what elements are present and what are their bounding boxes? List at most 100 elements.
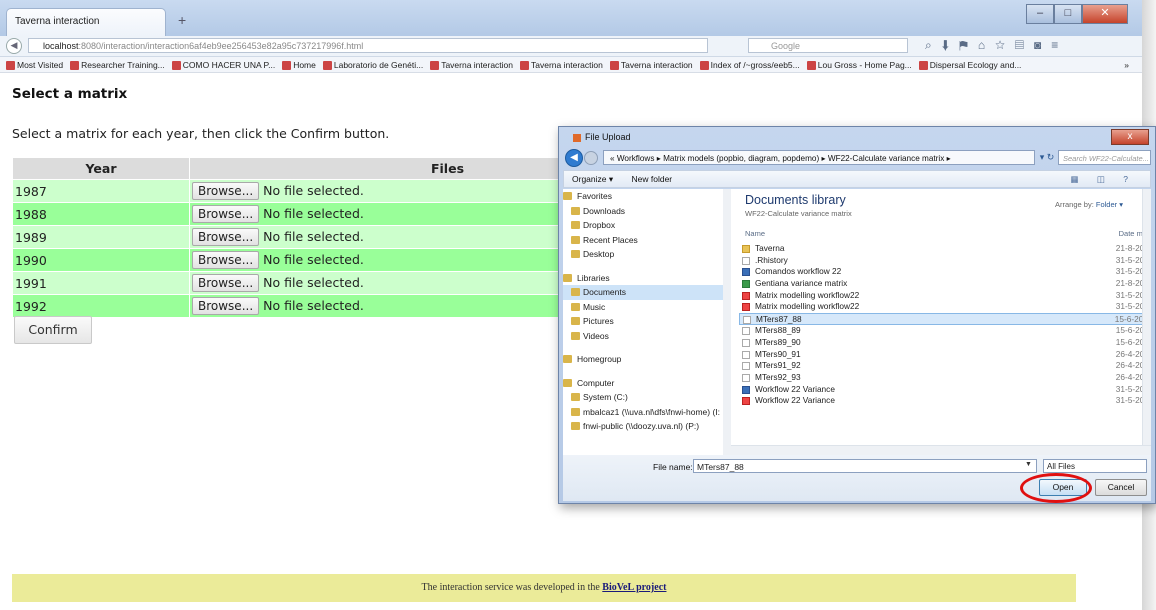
new-tab-button[interactable]: + [178, 12, 186, 28]
nav-item[interactable]: Computer [563, 376, 727, 391]
nav-item-label: mbalcaz1 (\\uva.nl\dfs\fnwi-home) (I: [583, 406, 720, 417]
maximize-button[interactable]: □ [1054, 4, 1082, 24]
path-breadcrumb[interactable]: « Workflows ▸ Matrix models (popbio, dia… [603, 150, 1035, 165]
browse-button[interactable]: Browse... [192, 205, 260, 223]
browse-button[interactable]: Browse... [192, 182, 260, 200]
new-folder-button[interactable]: New folder [632, 174, 673, 184]
highlight-circle [1020, 473, 1092, 503]
confirm-button[interactable]: Confirm [14, 316, 92, 344]
bookmark-item[interactable]: Home [282, 60, 316, 71]
back-icon[interactable]: ◀ [6, 38, 22, 54]
toolbar-icons[interactable]: ⌕⬇⚑⌂☆▤◙≡ [925, 38, 1068, 53]
bookmark-item[interactable]: Most Visited [6, 60, 63, 71]
bookmarks-more-icon[interactable]: » [1124, 57, 1129, 72]
nav-item[interactable]: fnwi-public (\\doozy.uva.nl) (P:) [563, 419, 727, 434]
file-row[interactable]: MTers91_92 26-4-201 [739, 360, 1151, 372]
file-row[interactable]: MTers90_91 26-4-201 [739, 349, 1151, 361]
nav-folder-icon [571, 288, 580, 296]
nav-item-label: Downloads [583, 205, 626, 216]
minimize-button[interactable]: – [1026, 4, 1054, 24]
file-row[interactable]: Workflow 22 Variance 31-5-201 [739, 384, 1151, 396]
filename-dropdown-icon[interactable]: ▼ [1025, 461, 1032, 468]
file-row[interactable]: Taverna 21-8-201 [739, 243, 1151, 255]
nav-item[interactable]: Desktop [563, 247, 727, 262]
nav-item[interactable]: Videos [563, 329, 727, 344]
name-column-header[interactable]: Name [745, 229, 765, 238]
nav-item[interactable]: Music [563, 300, 727, 315]
nav-item-label: Pictures [583, 316, 614, 326]
bookmark-item[interactable]: Researcher Training... [70, 60, 165, 71]
file-row[interactable]: Matrix modelling workflow22 31-5-201 [739, 301, 1151, 313]
nav-item[interactable]: Recent Places [563, 233, 727, 248]
file-row[interactable]: MTers87_88 15-6-201 [739, 313, 1151, 326]
back-arrow-icon[interactable]: ◀ [565, 149, 583, 167]
navigation-bar: ◀ localhost:8080/interaction/interaction… [0, 36, 1142, 57]
nav-item[interactable]: Homegroup [563, 352, 727, 367]
file-icon [743, 316, 751, 325]
file-icon [742, 245, 750, 253]
bookmark-label: Index of /~gross/eeb5... [710, 60, 800, 70]
nav-item[interactable]: Dropbox [563, 218, 727, 233]
nav-folder-icon [571, 206, 580, 215]
organize-button[interactable]: Organize ▾ [572, 174, 613, 184]
file-row[interactable]: MTers88_89 15-6-201 [739, 325, 1151, 337]
file-row[interactable]: MTers89_90 15-6-201 [739, 337, 1151, 349]
nav-item[interactable]: mbalcaz1 (\\uva.nl\dfs\fnwi-home) (I: [563, 405, 727, 420]
nav-item[interactable]: Documents [563, 285, 727, 300]
nav-scrollbar[interactable] [723, 189, 731, 455]
forward-arrow-icon[interactable] [584, 151, 598, 165]
nav-item[interactable]: Favorites [563, 189, 727, 204]
nav-item[interactable]: Libraries [563, 271, 727, 286]
dialog-close-button[interactable]: x [1111, 129, 1149, 145]
bookmark-item[interactable]: Taverna interaction [430, 60, 513, 71]
cancel-button[interactable]: Cancel [1095, 479, 1147, 496]
file-row[interactable]: MTers92_93 26-4-201 [739, 372, 1151, 384]
browse-button[interactable]: Browse... [192, 297, 260, 315]
file-icon [742, 397, 750, 406]
filename-input[interactable]: MTers87_88 [693, 459, 1037, 473]
filetype-select[interactable]: All Files [1043, 459, 1147, 473]
bookmark-item[interactable]: Lou Gross - Home Pag... [806, 60, 912, 71]
biovel-link[interactable]: BioVeL project [602, 582, 666, 593]
refresh-icon[interactable]: ▾ ↻ [1037, 150, 1057, 165]
file-row[interactable]: Workflow 22 Variance 31-5-201 [739, 395, 1151, 407]
view-options-icons[interactable]: ▦ ◫ ? [1070, 171, 1136, 187]
nav-item[interactable]: System (C:) [563, 390, 727, 405]
url-bar[interactable]: localhost:8080/interaction/interaction6a… [28, 38, 708, 53]
file-row[interactable]: Comandos workflow 22 31-5-201 [739, 266, 1151, 278]
close-window-button[interactable]: ✕ [1082, 4, 1128, 24]
bookmark-item[interactable]: Taverna interaction [520, 60, 603, 71]
file-name: Taverna [755, 243, 785, 253]
file-row[interactable]: Gentiana variance matrix 21-8-201 [739, 278, 1151, 290]
bookmark-item[interactable]: Dispersal Ecology and... [918, 60, 1021, 71]
arrange-value[interactable]: Folder ▾ [1096, 200, 1123, 209]
nav-item[interactable]: Pictures [563, 314, 727, 329]
bookmark-item[interactable]: Laboratorio de Genéti... [322, 60, 423, 71]
file-name: Matrix modelling workflow22 [755, 301, 860, 312]
file-name: MTers88_89 [755, 325, 801, 336]
browser-tab[interactable]: Taverna interaction [6, 8, 166, 36]
file-name: MTers91_92 [755, 360, 801, 371]
dialog-search-input[interactable]: Search WF22-Calculate... [1058, 150, 1151, 165]
file-icon [742, 327, 750, 336]
bookmark-item[interactable]: COMO HACER UNA P... [171, 60, 275, 71]
browse-button[interactable]: Browse... [192, 274, 260, 292]
browse-button[interactable]: Browse... [192, 228, 260, 246]
search-input[interactable]: Google [748, 38, 908, 53]
bookmark-icon [171, 61, 181, 71]
browse-button[interactable]: Browse... [192, 251, 260, 269]
bookmark-item[interactable]: Index of /~gross/eeb5... [699, 60, 800, 71]
file-name: MTers89_90 [755, 336, 801, 347]
nav-folder-icon [571, 221, 580, 229]
file-name: .Rhistory [755, 254, 788, 265]
arrange-by[interactable]: Arrange by: Folder ▾ [1055, 200, 1123, 209]
bookmark-item[interactable]: Taverna interaction [609, 60, 693, 71]
file-list-hscrollbar[interactable] [731, 445, 1151, 455]
file-list-scrollbar[interactable] [1142, 189, 1151, 445]
nav-item[interactable]: Downloads [563, 204, 727, 219]
file-row[interactable]: .Rhistory 31-5-201 [739, 255, 1151, 267]
browser-title-bar: Taverna interaction + – □ ✕ [0, 0, 1142, 36]
file-row[interactable]: Matrix modelling workflow22 31-5-201 [739, 290, 1151, 302]
